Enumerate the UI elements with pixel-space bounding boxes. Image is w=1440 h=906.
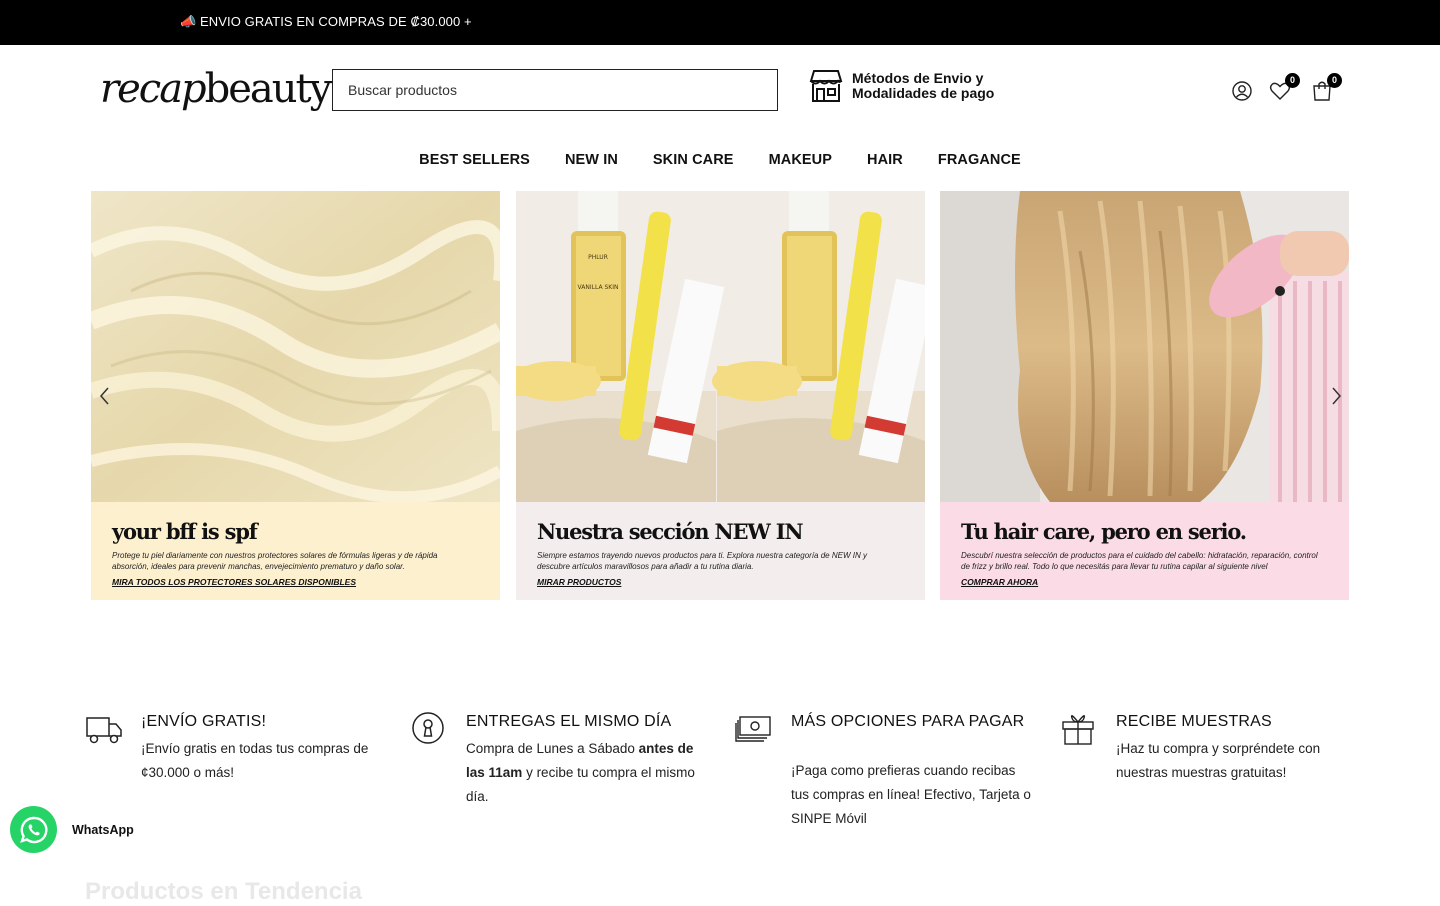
feature-title: ¡ENVÍO GRATIS! xyxy=(141,713,267,730)
feature-title: RECIBE MUESTRAS xyxy=(1116,713,1272,730)
logo-part-beauty: beauty xyxy=(204,66,333,112)
svg-text:VANILLA SKIN: VANILLA SKIN xyxy=(578,284,619,291)
feature-description: ¡Envío gratis en todas tus compras de ¢3… xyxy=(141,741,369,780)
slide-caption: Tu hair care, pero en serio. Descubrí nu… xyxy=(940,502,1349,600)
section-title-trending: Productos en Tendencia xyxy=(85,878,362,905)
slide-hair-care[interactable]: Tu hair care, pero en serio. Descubrí nu… xyxy=(940,191,1349,600)
shipping-methods-text: Métodos de Envio y Modalidades de pago xyxy=(852,71,994,101)
feature-description: ¡Haz tu compra y sorpréndete con nuestra… xyxy=(1116,741,1321,780)
feature-title: ENTREGAS EL MISMO DÍA xyxy=(466,713,672,730)
whatsapp-label: WhatsApp xyxy=(72,822,134,837)
slide-spf[interactable]: your bff is spf Protege tu piel diariame… xyxy=(91,191,500,600)
user-icon xyxy=(1232,81,1252,101)
whatsapp-chat-button[interactable]: WhatsApp xyxy=(10,806,134,853)
cart-button[interactable]: 0 xyxy=(1310,73,1342,103)
shipping-methods-link[interactable]: Métodos de Envio y Modalidades de pago xyxy=(808,69,994,103)
cream-texture-image xyxy=(91,191,500,502)
slide-caption: your bff is spf Protege tu piel diariame… xyxy=(91,502,500,600)
carousel-next-button[interactable] xyxy=(1326,385,1346,407)
search-input[interactable] xyxy=(332,69,778,111)
slide-heading: your bff is spf xyxy=(112,519,258,544)
account-button[interactable] xyxy=(1230,79,1254,103)
site-header: recapbeauty Métodos de Envio y Modalidad… xyxy=(0,45,1440,140)
slide-cta-link[interactable]: MIRA TODOS LOS PROTECTORES SOLARES DISPO… xyxy=(112,577,356,587)
promo-text: 📣 ENVIO GRATIS EN COMPRAS DE ₡30.000 + xyxy=(180,14,472,29)
new-in-products-image: PHLUR VANILLA SKIN xyxy=(516,191,925,502)
brand-logo[interactable]: recapbeauty xyxy=(100,65,333,113)
slide-new-in[interactable]: PHLUR VANILLA SKIN Nuestra sección NEW I… xyxy=(516,191,925,600)
cash-icon xyxy=(735,716,771,742)
nav-fragance[interactable]: FRAGANCE xyxy=(938,140,1021,180)
store-icon xyxy=(809,70,843,102)
slide-caption: Nuestra sección NEW IN Siempre estamos t… xyxy=(516,502,925,600)
nav-makeup[interactable]: MAKEUP xyxy=(769,140,832,180)
chevron-right-icon xyxy=(1332,387,1341,405)
slide-text: Descubrí nuestra selección de productos … xyxy=(961,551,1318,571)
feature-description: Compra de Lunes a Sábado antes de las 11… xyxy=(466,737,706,809)
feature-title: MÁS OPCIONES PARA PAGAR xyxy=(791,713,1025,730)
slide-cta-link[interactable]: MIRAR PRODUCTOS xyxy=(537,577,621,587)
feature-desc-part: Compra de Lunes a Sábado xyxy=(466,741,639,756)
cart-count-badge: 0 xyxy=(1327,73,1342,88)
svg-text:PHLUR: PHLUR xyxy=(588,254,608,261)
feature-description: ¡Paga como prefieras cuando recibas tus … xyxy=(791,763,1031,826)
main-navigation: BEST SELLERS NEW IN SKIN CARE MAKEUP HAI… xyxy=(0,140,1440,180)
wishlist-button[interactable]: 0 xyxy=(1268,73,1300,103)
chevron-left-icon xyxy=(100,387,109,405)
nav-skin-care[interactable]: SKIN CARE xyxy=(653,140,734,180)
nav-new-in[interactable]: NEW IN xyxy=(565,140,618,180)
shipping-line-2: Modalidades de pago xyxy=(852,85,995,101)
carousel-prev-button[interactable] xyxy=(95,385,115,407)
nav-best-sellers[interactable]: BEST SELLERS xyxy=(419,140,530,180)
keyhole-icon xyxy=(412,712,444,744)
shipping-line-1: Métodos de Envio y xyxy=(852,70,984,86)
slide-heading: Nuestra sección NEW IN xyxy=(537,519,804,544)
slide-text: Protege tu piel diariamente con nuestros… xyxy=(112,551,438,571)
slide-cta-link[interactable]: COMPRAR AHORA xyxy=(961,577,1038,587)
wishlist-count-badge: 0 xyxy=(1285,73,1300,88)
truck-icon xyxy=(86,717,122,744)
hair-brushing-image xyxy=(940,191,1349,502)
gift-icon xyxy=(1062,715,1094,745)
nav-hair[interactable]: HAIR xyxy=(867,140,903,180)
whatsapp-icon xyxy=(10,806,57,853)
slide-heading: Tu hair care, pero en serio. xyxy=(961,519,1247,544)
logo-part-recap: recap xyxy=(100,66,207,112)
promo-carousel: your bff is spf Protege tu piel diariame… xyxy=(91,191,1349,600)
promo-bar: 📣 ENVIO GRATIS EN COMPRAS DE ₡30.000 + xyxy=(0,0,1440,45)
slide-text: Siempre estamos trayendo nuevos producto… xyxy=(537,551,867,571)
